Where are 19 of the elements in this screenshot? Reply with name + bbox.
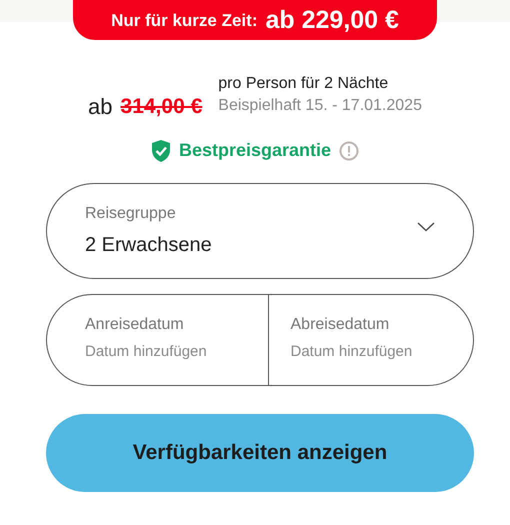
date-range-field[interactable]: Anreisedatum Datum hinzufügen Abreisedatum Datum hinzufügen bbox=[46, 294, 474, 386]
guarantee-label: Bestpreisgarantie bbox=[178, 139, 332, 162]
promo-price: ab 229,00 € bbox=[265, 5, 399, 36]
show-availability-button[interactable]: Verfügbarkeiten anzeigen bbox=[46, 414, 474, 492]
field-label: Reisegruppe bbox=[85, 204, 177, 224]
field-value: 2 Erwachsene bbox=[85, 233, 213, 258]
price-prefix: ab bbox=[88, 93, 113, 121]
date-input[interactable]: Datum hinzufügen bbox=[290, 341, 460, 364]
chevron-down-icon bbox=[417, 222, 435, 232]
field-label: Abreisedatum bbox=[290, 315, 390, 335]
price-note: pro Person für 2 Nächte bbox=[218, 74, 390, 94]
date-input[interactable]: Datum hinzufügen bbox=[85, 341, 255, 364]
promo-label: Nur für kurze Zeit: bbox=[111, 10, 258, 32]
example-dates: Beispielhaft 15. - 17.01.2025 bbox=[218, 96, 422, 116]
old-price: 314,00 € bbox=[120, 94, 202, 120]
info-icon[interactable] bbox=[339, 140, 360, 160]
travel-group-select[interactable]: Reisegruppe 2 Erwachsene bbox=[46, 183, 474, 279]
field-label: Anreisedatum bbox=[85, 315, 185, 335]
shield-check-icon bbox=[150, 138, 171, 162]
